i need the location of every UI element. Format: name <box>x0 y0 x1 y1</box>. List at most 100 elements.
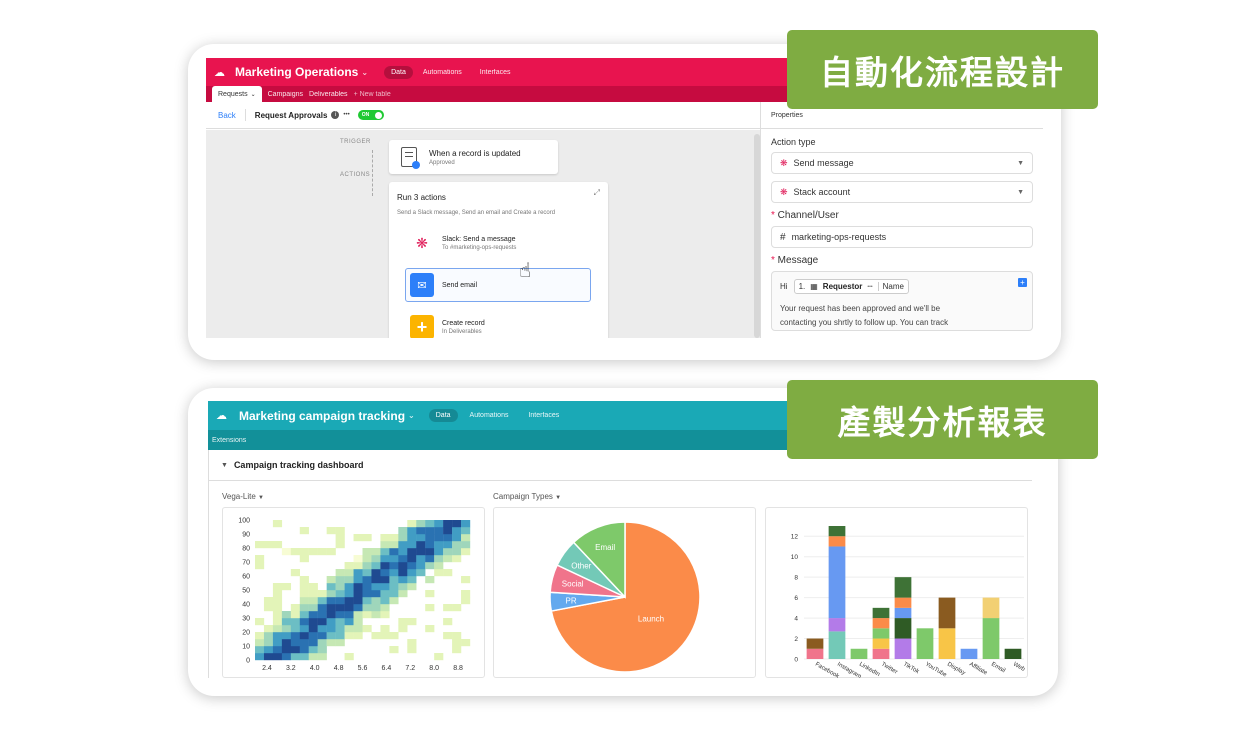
automation-toggle[interactable]: ON <box>357 110 384 120</box>
trigger-subtitle: Approved <box>429 159 455 166</box>
y-tick-label: 0 <box>794 657 798 664</box>
x-tick-label: TikTok <box>902 662 921 676</box>
heatmap-cell <box>299 548 309 556</box>
extensions-label[interactable]: Extensions <box>212 437 246 444</box>
collapse-icon[interactable]: ⤢ <box>594 188 600 198</box>
run-actions-card[interactable]: Run 3 actions ⤢ Send a Slack message, Se… <box>389 182 608 338</box>
x-tick-label: Display <box>946 662 966 677</box>
automation-toolbar: Back Request Approvals i ••• ON <box>206 102 760 129</box>
y-tick-label: 70 <box>242 560 250 567</box>
x-tick-label: Twitter <box>880 662 898 676</box>
channel-input[interactable]: # marketing-ops-requests <box>771 226 1033 248</box>
tab-campaigns[interactable]: Campaigns <box>268 91 303 98</box>
y-tick-label: 80 <box>242 546 250 553</box>
chevron-down-icon: ▼ <box>1017 159 1024 167</box>
heatmap-cell <box>326 632 336 640</box>
insert-field-icon[interactable]: + <box>1018 278 1027 287</box>
base-title[interactable]: Marketing Operations ⌄ <box>235 65 368 79</box>
nav-interfaces[interactable]: Interfaces <box>480 69 511 76</box>
bar-segment <box>872 607 890 619</box>
heatmap-cell <box>371 583 381 591</box>
panel1-label[interactable]: Vega-Lite ▼ <box>222 492 264 501</box>
trigger-card[interactable]: When a record is updated Approved <box>389 140 558 174</box>
heatmap-cell <box>281 618 292 626</box>
heatmap-cell <box>362 576 372 584</box>
heatmap-cell <box>353 625 363 633</box>
heatmap-cell <box>317 625 327 633</box>
base-logo-icon: ☁ <box>214 66 225 79</box>
channel-label: * Channel/User <box>771 210 839 221</box>
action-create-record[interactable]: + Create record In Deliverables <box>405 310 595 338</box>
nav-interfaces[interactable]: Interfaces <box>528 412 559 419</box>
nav-data[interactable]: Data <box>384 65 413 79</box>
plus-icon: + <box>410 315 434 338</box>
heatmap-cell <box>452 555 462 563</box>
new-table-button[interactable]: + New table <box>354 91 391 98</box>
heatmap-cell <box>416 555 426 563</box>
panel2-label[interactable]: Campaign Types ▼ <box>493 492 561 501</box>
heatmap-cell <box>443 541 453 549</box>
tab-requests[interactable]: Requests ⌄ <box>212 86 262 102</box>
action-type-select[interactable]: ❋ Send message ▼ <box>771 152 1033 174</box>
x-tick-label: Email <box>990 662 1006 675</box>
bar-segment <box>894 577 912 598</box>
y-tick-label: 20 <box>242 630 250 637</box>
nav-data[interactable]: Data <box>428 409 458 422</box>
heatmap-cell <box>380 625 390 633</box>
account-select[interactable]: ❋ Stack account ▼ <box>771 181 1033 203</box>
bar-segment <box>916 628 934 659</box>
field-token[interactable]: 1. ▦ Requestor ••• Name <box>793 279 909 294</box>
heatmap-cell <box>380 632 390 640</box>
heatmap-cell <box>434 548 444 556</box>
nav-automations[interactable]: Automations <box>423 69 462 76</box>
heatmap-cell <box>308 590 318 598</box>
heatmap-cell <box>452 548 462 556</box>
heatmap-cell <box>353 597 363 605</box>
heatmap-cell <box>389 590 399 598</box>
heatmap-cell <box>335 639 345 647</box>
base-title[interactable]: Marketing campaign tracking ⌄ <box>239 409 415 423</box>
heatmap-cell <box>380 534 390 542</box>
back-button[interactable]: Back <box>218 111 236 120</box>
more-menu-button[interactable]: ••• <box>343 112 349 118</box>
heatmap-cell <box>389 632 399 640</box>
heatmap-cell <box>281 548 292 556</box>
x-tick-label: 4.0 <box>310 665 320 672</box>
action-slack[interactable]: ❋ Slack: Send a message To #marketing-ops… <box>405 226 595 260</box>
action-send-email[interactable]: ✉ Send email <box>405 268 591 302</box>
heatmap-cell <box>290 604 300 612</box>
y-tick-label: 40 <box>242 602 250 609</box>
heatmap-cell <box>344 590 354 598</box>
heatmap-cell <box>362 590 372 598</box>
heatmap-cell <box>335 534 345 542</box>
heatmap-cell <box>263 639 274 647</box>
heatmap-cell <box>407 555 417 563</box>
heatmap-cell <box>272 625 283 633</box>
heatmap-cell <box>272 646 283 654</box>
nav-automations[interactable]: Automations <box>470 412 509 419</box>
heatmap-cell <box>281 632 292 640</box>
bar-segment <box>806 648 824 659</box>
heatmap-cell <box>461 639 471 647</box>
heatmap-cell <box>353 618 363 626</box>
tab-deliverables[interactable]: Deliverables <box>309 91 348 98</box>
pie-label: Email <box>595 543 615 552</box>
heatmap-cell <box>299 632 309 640</box>
action-type-label: Action type <box>771 137 816 147</box>
info-icon[interactable]: i <box>331 111 340 119</box>
heatmap-cell <box>416 541 426 549</box>
heatmap-cell <box>371 597 381 605</box>
y-tick-label: 12 <box>791 534 799 541</box>
heatmap-cell <box>308 618 318 626</box>
message-editor[interactable]: Hi 1. ▦ Requestor ••• Name Your request … <box>771 271 1033 331</box>
heatmap-cell <box>317 632 327 640</box>
heatmap-cell <box>452 604 462 612</box>
heatmap-cell <box>362 597 372 605</box>
automation-name[interactable]: Request Approvals <box>255 111 328 120</box>
heatmap-cell <box>335 541 345 549</box>
heatmap-cell <box>380 562 390 570</box>
heatmap-cell <box>434 569 444 577</box>
heatmap-cell <box>290 625 300 633</box>
heatmap-cell <box>461 520 471 528</box>
heatmap-cell <box>443 632 453 640</box>
